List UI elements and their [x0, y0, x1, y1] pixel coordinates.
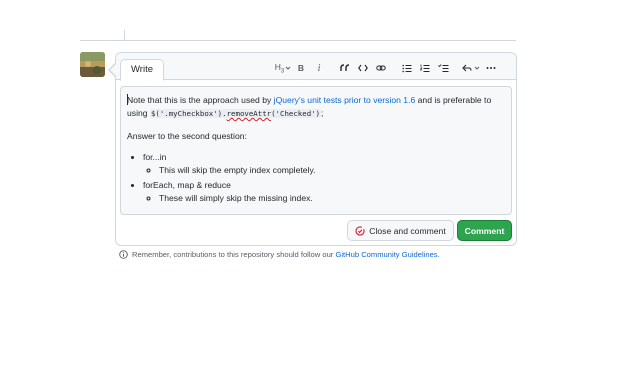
task-list-icon [437, 63, 448, 72]
italic-button[interactable]: i [310, 61, 328, 75]
chevron-down-icon [474, 66, 480, 70]
task-list-button[interactable] [434, 61, 452, 75]
code-icon [358, 64, 368, 72]
avatar[interactable] [80, 52, 105, 77]
close-and-comment-button[interactable]: Close and comment [347, 220, 454, 241]
more-options-button[interactable] [482, 61, 500, 75]
link-icon [376, 65, 386, 71]
info-icon [119, 250, 128, 259]
markdown-toolbar: H3 B i [274, 61, 500, 75]
timeline-divider [80, 40, 516, 41]
heading-button[interactable]: H3 [274, 61, 292, 75]
comment-textarea[interactable]: Note that this is the approach used by j… [120, 86, 512, 215]
tab-write[interactable]: Write [120, 59, 164, 81]
bullet-list: for...in This will skip the empty index … [127, 151, 505, 205]
ordered-list-button[interactable] [416, 61, 434, 75]
bold-icon: B [297, 63, 305, 73]
reply-icon [462, 64, 472, 72]
comment-form: Write H3 B i Note that this is the appro… [108, 52, 517, 246]
jquery-tests-link[interactable]: jQuery's unit tests prior to version 1.6 [274, 95, 416, 105]
timeline-line [124, 30, 125, 40]
unordered-list-button[interactable] [398, 61, 416, 75]
list-sub-item: These will simply skip the missing index… [159, 192, 505, 205]
comment-form-header: Write H3 B i [116, 53, 516, 81]
list-item: for...in This will skip the empty index … [143, 151, 505, 177]
guidelines-notice: Remember, contributions to this reposito… [119, 250, 440, 259]
list-sub-item: This will skip the empty index completel… [159, 164, 505, 177]
unordered-list-icon [402, 64, 412, 72]
chevron-down-icon [285, 66, 291, 70]
comment-button[interactable]: Comment [457, 220, 512, 241]
issue-closed-icon [355, 225, 365, 236]
ordered-list-icon [420, 64, 430, 72]
code-button[interactable] [354, 61, 372, 75]
editor-paragraph-2: Answer to the second question: [127, 131, 247, 141]
quote-icon [340, 64, 350, 71]
editor-paragraph: Note that this is the approach used by j… [127, 94, 492, 118]
inline-code: $('.myCheckbox').removeAttr('Checked') [149, 109, 322, 118]
quote-button[interactable] [336, 61, 354, 75]
community-guidelines-link[interactable]: GitHub Community Guidelines [335, 250, 437, 259]
reply-button[interactable] [460, 61, 482, 75]
spellcheck-underline: removeAttr [226, 109, 272, 118]
italic-icon: i [317, 62, 321, 74]
bold-button[interactable]: B [292, 61, 310, 75]
list-item: forEach, map & reduce These will simply … [143, 179, 505, 205]
kebab-horizontal-icon [486, 67, 496, 69]
heading-icon: H3 [274, 61, 285, 75]
link-button[interactable] [372, 61, 390, 75]
